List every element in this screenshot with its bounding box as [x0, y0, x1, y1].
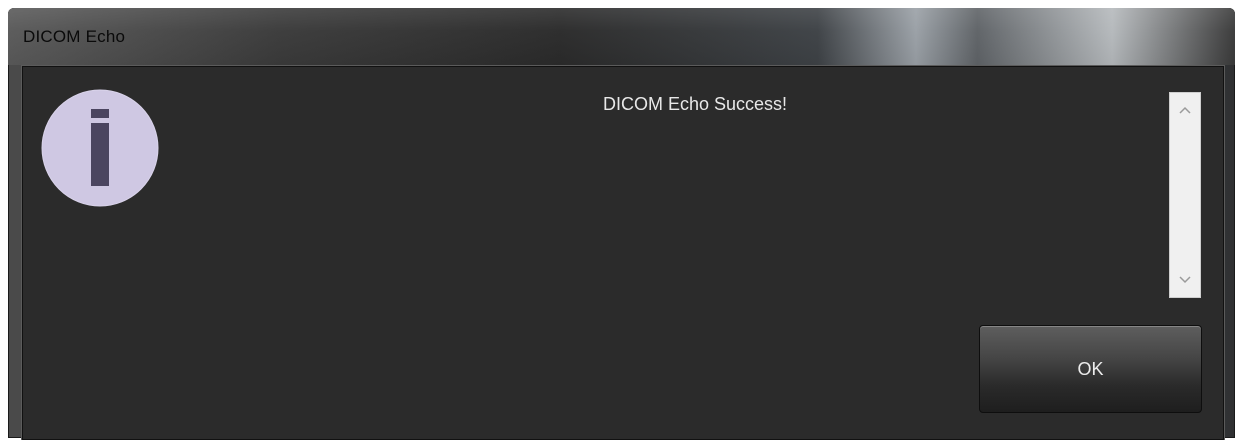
scroll-up-arrow-icon[interactable]	[1170, 97, 1200, 123]
scroll-down-arrow-icon[interactable]	[1170, 267, 1200, 293]
dialog-window: DICOM Echo DICOM Echo Success! OK	[8, 8, 1235, 440]
title-bar[interactable]: DICOM Echo	[8, 8, 1235, 65]
window-title: DICOM Echo	[23, 27, 126, 46]
vertical-scrollbar[interactable]	[1169, 92, 1201, 298]
message-text: DICOM Echo Success!	[603, 94, 788, 114]
ok-button[interactable]: OK	[979, 325, 1202, 413]
info-icon	[41, 89, 159, 207]
dialog-body: DICOM Echo Success! OK	[22, 66, 1224, 440]
